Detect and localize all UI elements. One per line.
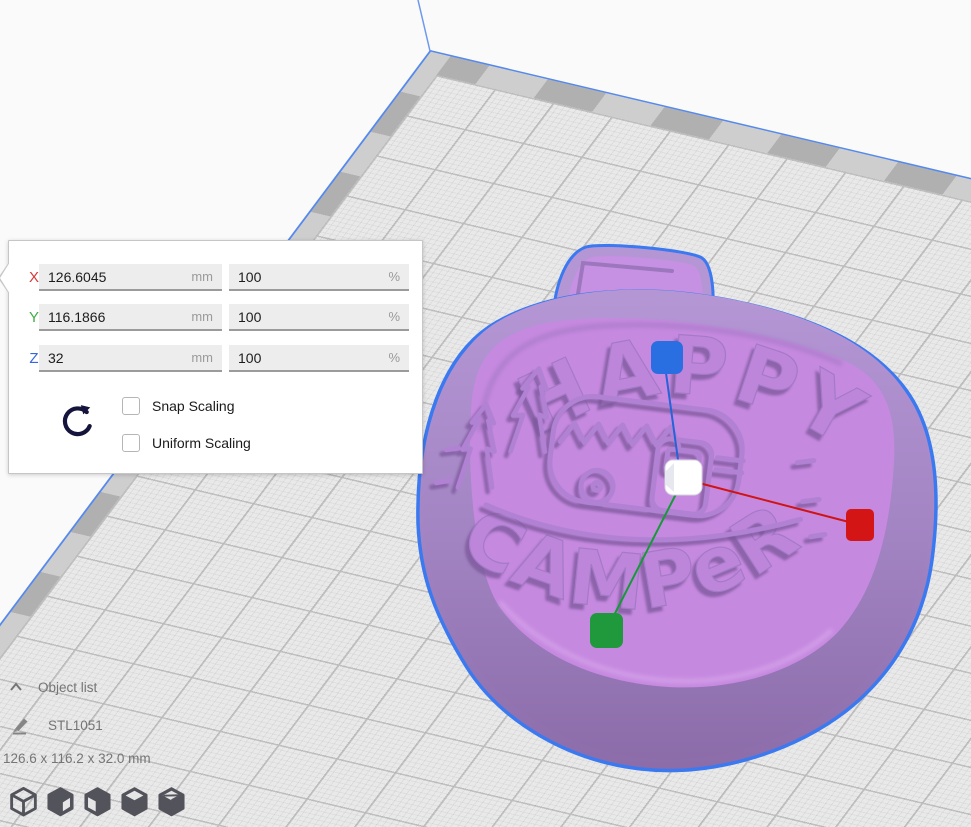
view-front-button[interactable] [45, 786, 76, 818]
unit-label: % [388, 309, 409, 324]
camper-window-slat [717, 458, 743, 461]
unit-label: mm [191, 269, 222, 284]
view-left-button[interactable] [119, 786, 150, 818]
view-orientation-toolbar [8, 786, 187, 818]
x-percent-field[interactable]: 100 % [229, 264, 409, 291]
object-list-title: Object list [38, 680, 97, 695]
unit-label: % [388, 350, 409, 365]
camper-window-slat [716, 470, 742, 473]
view-right-button[interactable] [156, 786, 187, 818]
object-list-item[interactable]: STL1051 [10, 714, 103, 736]
scale-handle-y[interactable] [590, 613, 623, 648]
scale-row-x: X 126.6045 mm 100 % [9, 264, 422, 291]
z-size-field[interactable]: 32 mm [39, 345, 222, 372]
scale-row-y: Y 116.1866 mm 100 % [9, 304, 422, 331]
object-list-header[interactable]: Object list [8, 679, 97, 695]
cube-front-icon [49, 788, 73, 815]
snap-scaling-checkbox[interactable] [122, 397, 140, 415]
cube-top-icon [86, 788, 110, 815]
view-3d-button[interactable] [8, 786, 39, 818]
reset-rotate-ccw-icon [65, 408, 90, 434]
cura-3d-viewport: HAPPY CAMPeR [0, 0, 971, 827]
unit-label: mm [191, 309, 222, 324]
object-name: STL1051 [48, 718, 103, 733]
uniform-scaling-checkbox[interactable] [122, 434, 140, 452]
reset-scale-button[interactable] [57, 401, 99, 443]
unit-label: mm [191, 350, 222, 365]
z-percent-field[interactable]: 100 % [229, 345, 409, 372]
snap-scaling-option: Snap Scaling [122, 396, 235, 415]
scale-tool-panel: X 126.6045 mm 100 % Y 116.1866 mm 100 % … [8, 240, 423, 474]
y-percent-field[interactable]: 100 % [229, 304, 409, 331]
selected-object-dimensions: 126.6 x 116.2 x 32.0 mm [3, 751, 151, 766]
uniform-scaling-option: Uniform Scaling [122, 433, 251, 452]
pencil-icon [10, 714, 32, 736]
cube-3d-icon [12, 788, 36, 815]
chevron-up-icon [8, 679, 24, 695]
scale-handle-z[interactable] [651, 341, 683, 374]
scale-row-z: Z 32 mm 100 % [9, 345, 422, 372]
view-top-button[interactable] [82, 786, 113, 818]
unit-label: % [388, 269, 409, 284]
scale-handle-x[interactable] [846, 509, 874, 541]
y-size-field[interactable]: 116.1866 mm [39, 304, 222, 331]
model-stl1051[interactable]: HAPPY CAMPeR [418, 245, 936, 770]
cube-right-icon [160, 788, 184, 815]
cube-left-icon [123, 788, 147, 815]
plate-corner-edge [418, 0, 430, 51]
x-size-field[interactable]: 126.6045 mm [39, 264, 222, 291]
